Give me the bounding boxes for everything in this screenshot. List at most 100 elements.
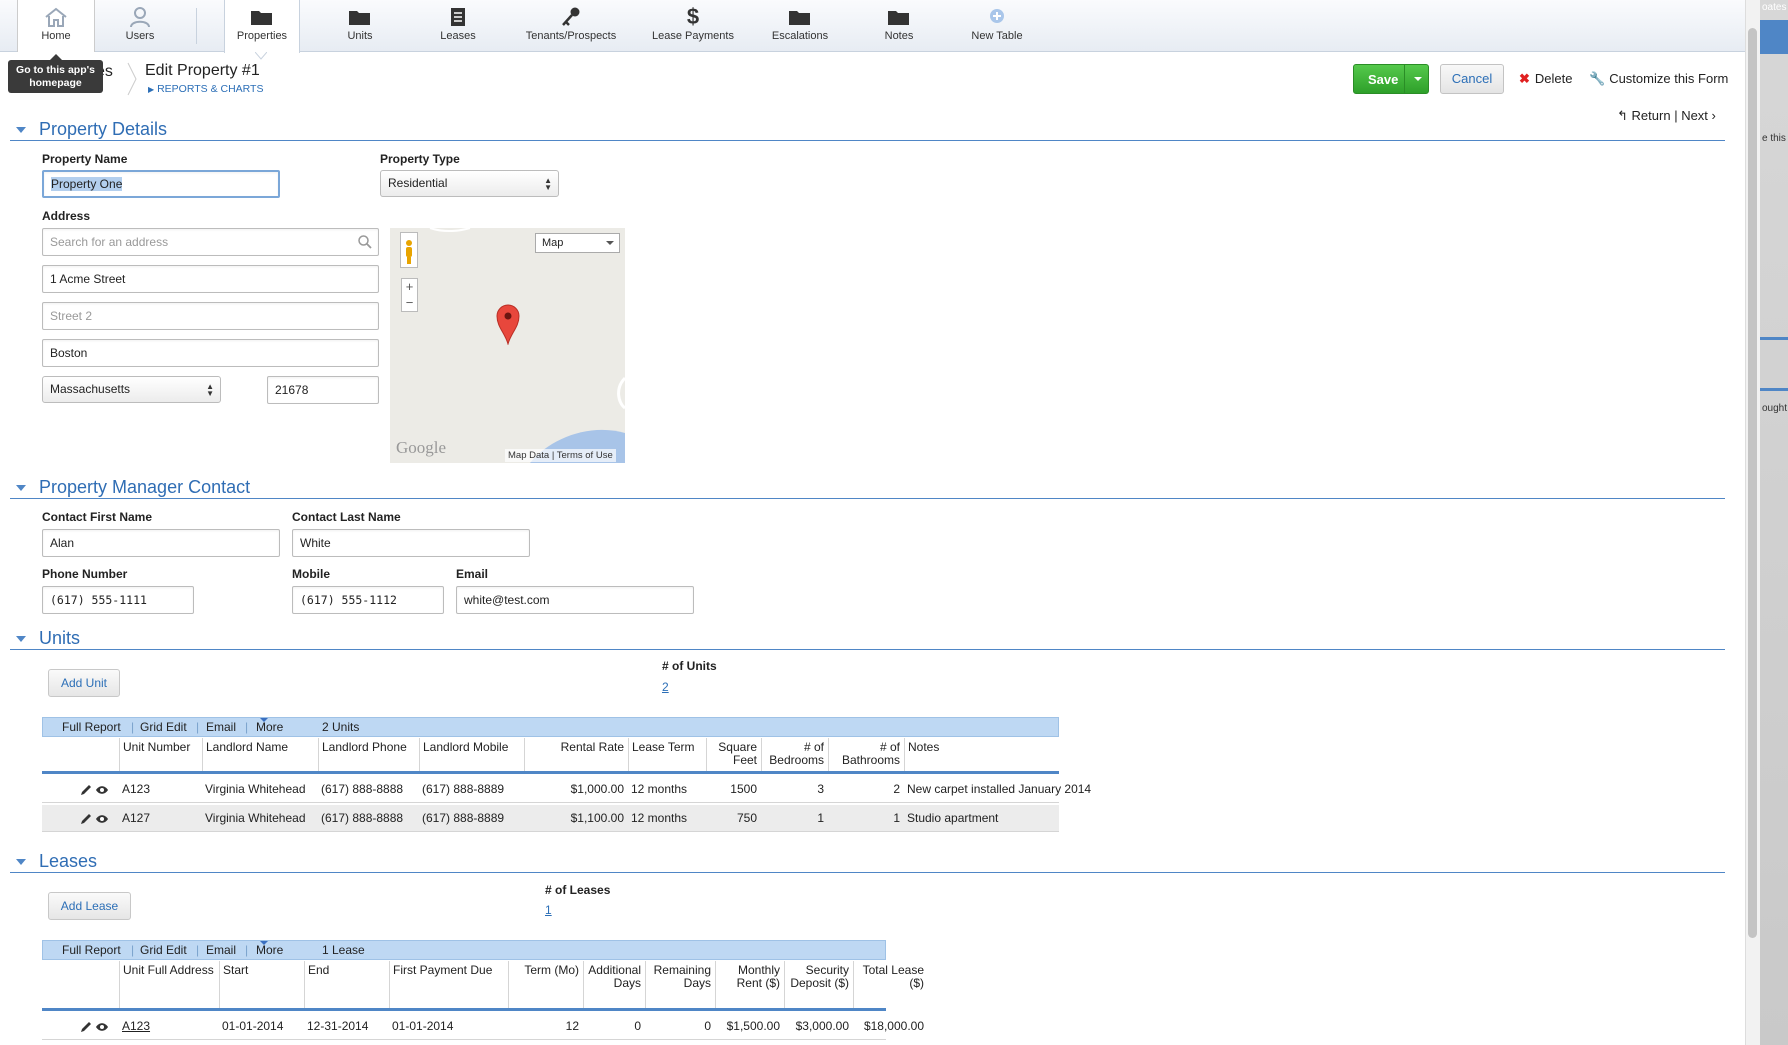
street1-input[interactable]: 1 Acme Street [42, 265, 379, 293]
column-header[interactable]: # of Bedrooms [761, 738, 827, 771]
background-window-text: ought [1762, 403, 1788, 414]
chevron-down-icon [260, 941, 268, 949]
email-link[interactable]: Email [206, 941, 236, 959]
column-header[interactable]: Landlord Phone [318, 738, 418, 771]
table-row[interactable]: A127 Virginia Whitehead (617) 888-8888 (617… [42, 805, 1059, 832]
full-report-link[interactable]: Full Report [62, 941, 121, 959]
phone-number-input[interactable]: (617) 555-1111 [42, 586, 194, 614]
column-header[interactable]: Notes [904, 738, 1059, 771]
units-count-link[interactable]: 2 [662, 680, 669, 694]
address-search-input[interactable]: Search for an address [42, 228, 379, 256]
home-tooltip: Go to this app's homepage [8, 54, 103, 93]
column-header[interactable]: # of Bathrooms [828, 738, 903, 771]
property-type-select[interactable]: Residential ▲ ▼ [380, 170, 559, 197]
nav-properties[interactable]: Properties [224, 0, 300, 53]
contact-last-name-input[interactable]: White [292, 529, 530, 557]
window-scrollbar[interactable]: oates e this ought [1745, 0, 1788, 1045]
nav-home[interactable]: Home [17, 0, 95, 52]
street-view-pegman-icon[interactable] [400, 232, 418, 268]
nav-tenants[interactable]: Tenants/Prospects [516, 0, 626, 52]
column-header[interactable]: Square Feet [706, 738, 760, 771]
nav-units[interactable]: Units [320, 0, 400, 52]
collapse-toggle-icon[interactable] [16, 636, 26, 647]
column-header[interactable]: End [304, 961, 388, 1008]
address-label: Address [42, 209, 91, 223]
scroll-thumb[interactable] [1748, 28, 1757, 938]
column-header[interactable]: Security Deposit ($) [784, 961, 852, 1008]
nav-notes[interactable]: Notes [859, 0, 939, 52]
nav-escalations[interactable]: Escalations [760, 0, 840, 52]
nav-lease-payments[interactable]: $ Lease Payments [643, 0, 743, 52]
unit-link[interactable]: A123 [122, 1019, 150, 1033]
add-unit-button[interactable]: Add Unit [48, 669, 120, 697]
view-eye-icon[interactable] [95, 783, 109, 797]
leases-count-link[interactable]: 1 [545, 903, 552, 917]
column-header[interactable]: Start [219, 961, 303, 1008]
search-icon[interactable] [357, 234, 373, 250]
state-select[interactable]: Massachusetts ▲ ▼ [42, 376, 221, 403]
units-header[interactable]: Units [10, 628, 1725, 650]
collapse-toggle-icon[interactable] [16, 485, 26, 496]
terms-of-use-link[interactable]: Terms of Use [557, 450, 613, 461]
email-link[interactable]: Email [206, 718, 236, 736]
table-row[interactable]: A123 01-01-2014 12-31-2014 01-01-2014 12 0 0 $1… [42, 1013, 924, 1040]
full-report-link[interactable]: Full Report [62, 718, 121, 736]
city-input[interactable]: Boston [42, 339, 379, 367]
nav-leases[interactable]: Leases [418, 0, 498, 52]
street2-input[interactable]: Street 2 [42, 302, 379, 330]
map-marker-icon[interactable] [495, 303, 521, 345]
nav-lease-payments-label: Lease Payments [652, 30, 734, 42]
table-cell: 01-01-2014 [222, 1019, 284, 1033]
column-header[interactable]: Lease Term [628, 738, 705, 771]
collapse-toggle-icon[interactable] [16, 859, 26, 870]
property-manager-header[interactable]: Property Manager Contact [10, 477, 1725, 499]
column-header[interactable]: Landlord Name [202, 738, 317, 771]
view-eye-icon[interactable] [95, 1020, 109, 1034]
column-header[interactable]: Total Lease ($) [853, 961, 927, 1008]
add-lease-button[interactable]: Add Lease [48, 892, 131, 920]
background-window-text: oates [1762, 2, 1787, 13]
zoom-in-icon[interactable]: + [402, 279, 417, 295]
table-cell[interactable]: A123 [119, 1013, 218, 1039]
property-details-header[interactable]: Property Details [10, 119, 1725, 141]
zoom-out-icon[interactable]: − [402, 295, 417, 311]
grid-edit-link[interactable]: Grid Edit [140, 718, 187, 736]
column-header[interactable]: Rental Rate [524, 738, 627, 771]
leases-grid-toolbar: Full Report | Grid Edit | Email | More 1… [42, 940, 886, 960]
nav-users[interactable]: Users [100, 0, 180, 52]
collapse-toggle-icon[interactable] [16, 127, 26, 138]
edit-pencil-icon[interactable] [79, 783, 93, 797]
mobile-input[interactable]: (617) 555-1112 [292, 586, 444, 614]
save-dropdown-icon[interactable] [1414, 77, 1422, 85]
address-map[interactable]: + − Map Google Map Data | Terms of Use [390, 228, 625, 463]
view-eye-icon[interactable] [95, 812, 109, 826]
customize-form-button[interactable]: 🔧 Customize this Form [1589, 71, 1728, 87]
map-zoom-control[interactable]: + − [401, 278, 418, 312]
leases-header[interactable]: Leases [10, 851, 1725, 873]
map-data-link[interactable]: Map Data [508, 450, 549, 461]
save-button[interactable]: Save [1353, 64, 1429, 94]
zip-input[interactable]: 21678 [267, 376, 379, 404]
property-name-input[interactable]: Property One [42, 170, 280, 198]
grid-edit-link[interactable]: Grid Edit [140, 941, 187, 959]
column-header[interactable]: Additional Days [583, 961, 644, 1008]
units-count-label: # of Units [662, 659, 717, 673]
save-label: Save [1368, 72, 1399, 87]
column-header[interactable]: First Payment Due [389, 961, 507, 1008]
nav-new-table[interactable]: New Table [957, 0, 1037, 52]
delete-button[interactable]: ✖ Delete [1519, 71, 1572, 87]
edit-pencil-icon[interactable] [79, 812, 93, 826]
edit-pencil-icon[interactable] [79, 1020, 93, 1034]
map-type-select[interactable]: Map [535, 233, 620, 253]
reports-charts-link[interactable]: ▶ REPORTS & CHARTS [148, 83, 263, 95]
column-header[interactable]: Remaining Days [645, 961, 714, 1008]
column-header[interactable]: Monthly Rent ($) [715, 961, 783, 1008]
email-input[interactable]: white@test.com [456, 586, 694, 614]
column-header[interactable]: Unit Full Address [119, 961, 218, 1008]
cancel-button[interactable]: Cancel [1440, 64, 1504, 94]
table-row[interactable]: A123 Virginia Whitehead (617) 888-8888 (617… [42, 776, 1091, 803]
column-header[interactable]: Term (Mo) [508, 961, 582, 1008]
contact-first-name-input[interactable]: Alan [42, 529, 280, 557]
column-header[interactable]: Unit Number [119, 738, 201, 771]
column-header[interactable]: Landlord Mobile [419, 738, 523, 771]
